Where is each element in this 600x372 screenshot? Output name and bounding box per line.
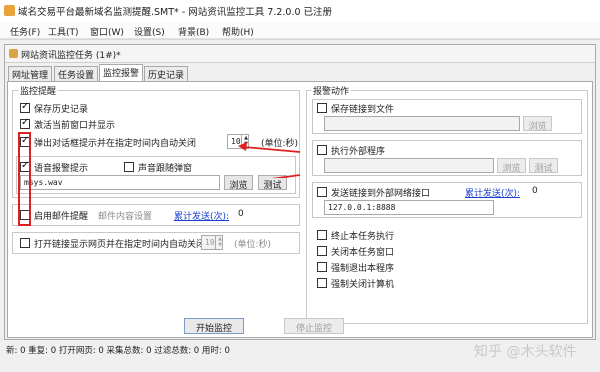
task-window-title: 网站资讯监控任务 (1#)* [21, 51, 121, 61]
exit-app-label: 强制退出本程序 [331, 264, 395, 274]
app-icon [4, 5, 15, 16]
activate-window-label: 激活当前窗口并显示 [34, 121, 116, 131]
menu-tools[interactable]: 工具(T) [48, 25, 79, 38]
menu-settings[interactable]: 设置(S) [134, 25, 165, 38]
email-sent-count: 0 [238, 209, 244, 219]
email-alert-label: 启用邮件提醒 [34, 212, 89, 222]
shutdown-label: 强制关闭计算机 [331, 280, 395, 290]
task-window: 网站资讯监控任务 (1#)* 网址管理 任务设置 监控报警 历史记录 监控提醒 … [4, 44, 596, 340]
arrow-head-seconds [238, 142, 247, 151]
sound-file-input[interactable]: msys.wav [20, 175, 220, 190]
run-program-label: 执行外部程序 [331, 147, 386, 157]
menu-window[interactable]: 窗口(W) [90, 25, 124, 38]
sound-alert-label: 语音报警提示 [34, 164, 89, 174]
open-link-checkbox[interactable] [20, 238, 30, 248]
start-monitor-button[interactable]: 开始监控 [184, 318, 244, 334]
close-window-checkbox[interactable] [317, 246, 327, 256]
stop-task-checkbox[interactable] [317, 230, 327, 240]
send-link-label: 发送链接到外部网络接口 [331, 189, 431, 199]
status-text: 新: 0 重复: 0 打开网页: 0 采集总数: 0 过滤总数: 0 用时: 0 [6, 346, 230, 356]
save-history-label: 保存历史记录 [34, 105, 89, 115]
save-link-checkbox[interactable] [317, 103, 327, 113]
action-group-title: 报警动作 [311, 84, 352, 97]
annotation-arrows [238, 142, 301, 178]
title-bar: 域名交易平台最新域名监测提醒.SMT* - 网站资讯监控工具 7.2.0.0 已… [0, 0, 600, 22]
arrow-to-sound [271, 174, 301, 178]
menu-background[interactable]: 背景(B) [178, 25, 209, 38]
task-icon [9, 49, 18, 58]
activate-window-checkbox[interactable] [20, 117, 30, 129]
shutdown-checkbox[interactable] [317, 278, 327, 288]
highlight-box-checkboxes [18, 132, 31, 226]
sound-follow-popup-label: 声音跟随弹窗 [138, 164, 193, 174]
run-program-browse-button[interactable]: 浏览 [497, 158, 526, 174]
arrow-to-seconds [243, 146, 301, 153]
save-link-browse-button[interactable]: 浏览 [523, 116, 552, 132]
open-link-seconds-spinner[interactable]: ▲ ▼ [215, 236, 224, 249]
sound-follow-popup-checkbox[interactable] [124, 162, 134, 172]
tab-url-management[interactable]: 网址管理 [8, 66, 53, 81]
send-link-address-input[interactable]: 127.0.0.1:8888 [324, 200, 494, 215]
alert-group-title: 监控提醒 [18, 84, 59, 97]
open-link-seconds-value: 10 [205, 238, 215, 247]
task-window-titlebar[interactable]: 网站资讯监控任务 (1#)* [5, 45, 595, 63]
send-link-checkbox[interactable] [317, 187, 327, 197]
window-title: 域名交易平台最新域名监测提醒.SMT* - 网站资讯监控工具 7.2.0.0 已… [18, 7, 333, 18]
run-program-path-input[interactable] [324, 158, 494, 173]
tab-history[interactable]: 历史记录 [144, 66, 189, 81]
tab-panel-monitor-alert: 监控提醒 保存历史记录 激活当前窗口并显示 弹出对话框提示并在指定时间内自动关闭… [7, 81, 593, 338]
save-link-path-input[interactable] [324, 116, 520, 131]
email-sent-count-label[interactable]: 累计发送(次): [174, 209, 229, 222]
email-content-settings[interactable]: 邮件内容设置 [98, 209, 152, 222]
stop-task-label: 终止本任务执行 [331, 232, 395, 242]
open-link-label: 打开链接显示网页并在指定时间内自动关闭 [34, 240, 206, 250]
tab-task-settings[interactable]: 任务设置 [54, 66, 99, 81]
menu-help[interactable]: 帮助(H) [222, 25, 254, 38]
menu-task[interactable]: 任务(F) [10, 25, 40, 38]
save-link-label: 保存链接到文件 [331, 105, 395, 115]
send-link-sent-count: 0 [532, 186, 538, 196]
close-window-label: 关闭本任务窗口 [331, 248, 395, 258]
tab-monitor-alert[interactable]: 监控报警 [99, 64, 144, 82]
menu-separator [0, 39, 600, 40]
save-history-checkbox[interactable] [20, 101, 30, 113]
open-link-unit-label: (单位:秒) [234, 240, 272, 250]
run-program-test-button[interactable]: 测试 [529, 158, 558, 174]
send-link-sent-count-label[interactable]: 累计发送(次): [465, 186, 520, 199]
exit-app-checkbox[interactable] [317, 262, 327, 272]
menu-bar: 任务(F) 工具(T) 窗口(W) 设置(S) 背景(B) 帮助(H) [0, 22, 600, 39]
watermark: 知乎 @木头软件 [474, 344, 577, 360]
run-program-checkbox[interactable] [317, 145, 327, 155]
stop-monitor-button[interactable]: 停止监控 [284, 318, 344, 334]
popup-dialog-label: 弹出对话框提示并在指定时间内自动关闭 [34, 139, 197, 149]
